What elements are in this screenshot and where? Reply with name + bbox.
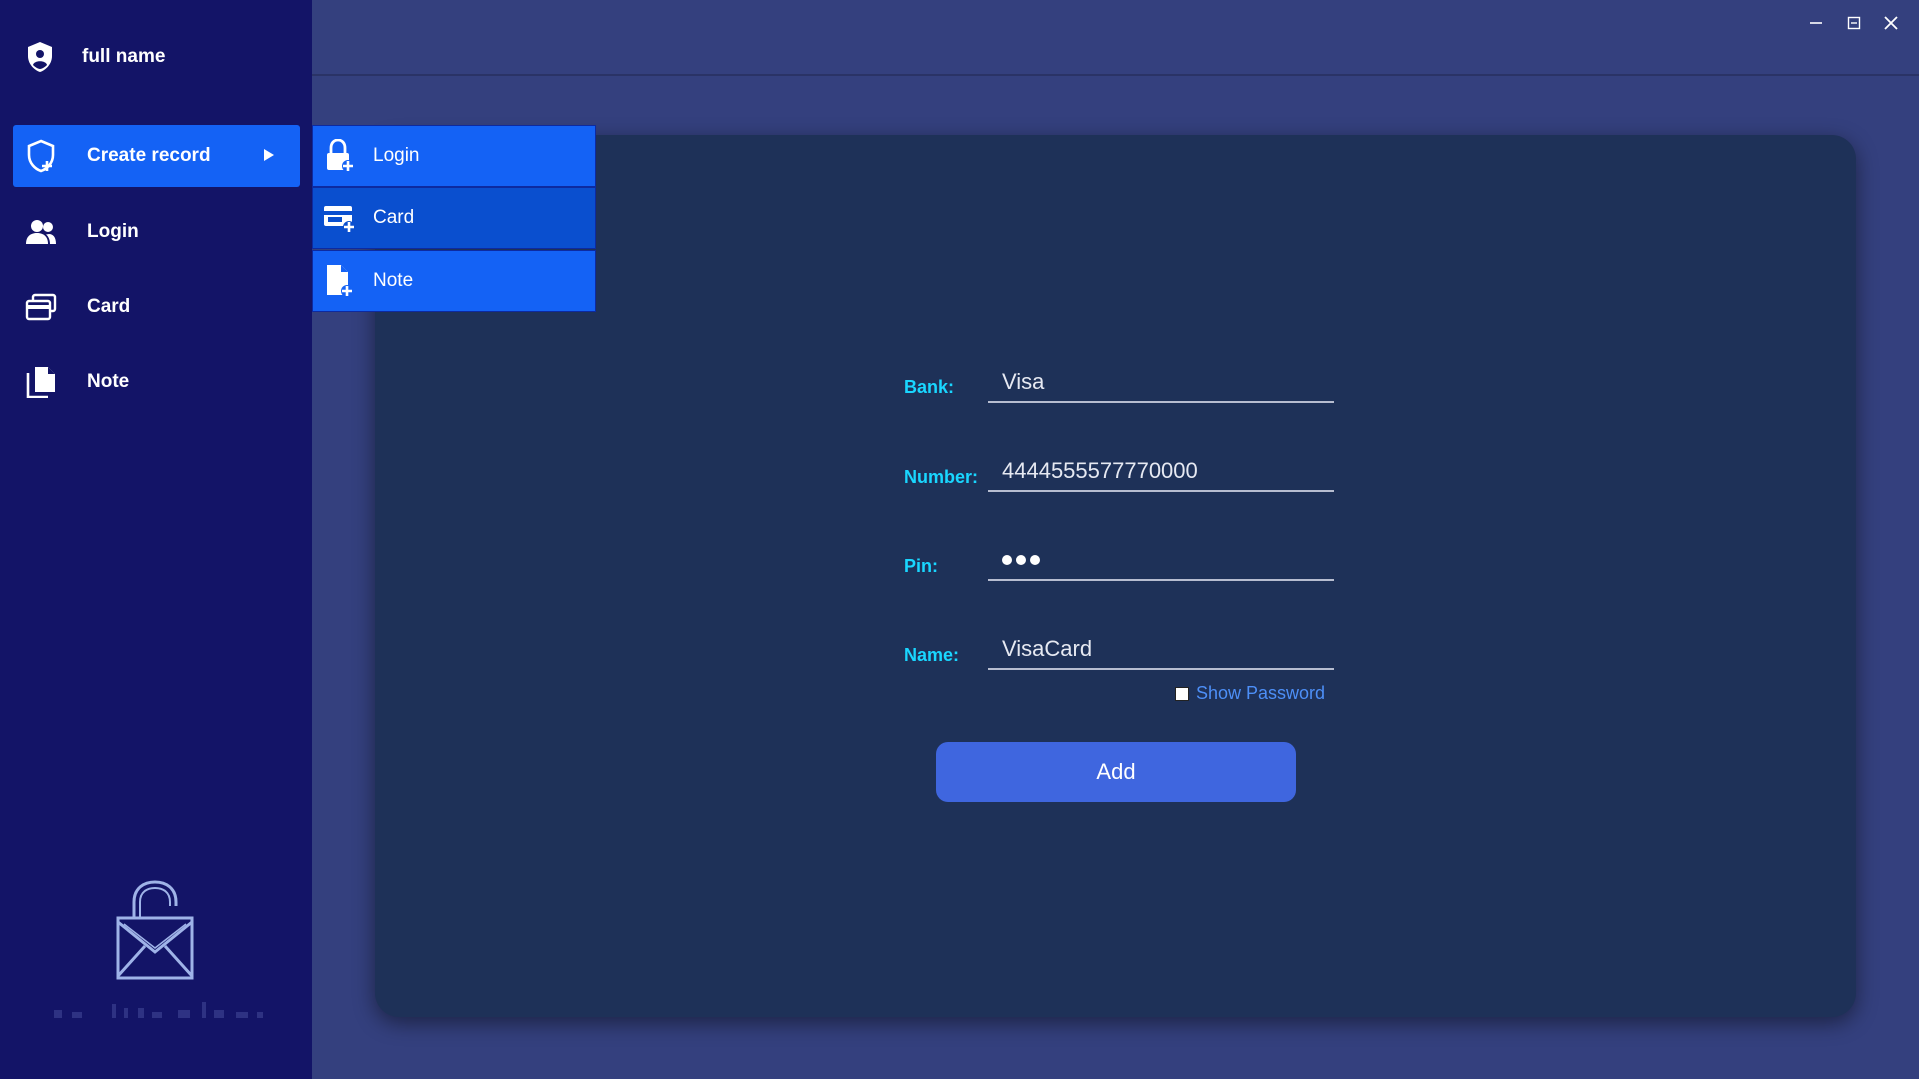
documents-icon xyxy=(24,365,58,399)
show-password-checkbox[interactable] xyxy=(1175,686,1189,701)
logo-caption xyxy=(52,1000,267,1020)
pin-field[interactable] xyxy=(988,541,1334,581)
close-icon xyxy=(1884,15,1898,35)
card-plus-icon xyxy=(322,201,356,235)
maximize-button[interactable] xyxy=(1837,12,1871,38)
submenu-item-login[interactable]: Login xyxy=(312,125,596,187)
sidebar-item-label: Login xyxy=(87,221,139,242)
submenu-item-label: Login xyxy=(373,145,420,166)
minimize-button[interactable] xyxy=(1799,12,1833,38)
title-bar xyxy=(312,0,1919,76)
number-label: Number: xyxy=(904,467,979,487)
bank-field[interactable] xyxy=(988,363,1334,403)
users-icon xyxy=(24,215,58,249)
shield-user-icon xyxy=(24,41,56,73)
bank-label: Bank: xyxy=(904,377,955,397)
sidebar-item-label: Card xyxy=(87,296,131,317)
submenu-item-label: Card xyxy=(373,207,415,228)
sidebar-item-card[interactable]: Card xyxy=(13,276,300,338)
submenu-item-label: Note xyxy=(373,270,414,291)
add-button[interactable]: Add xyxy=(936,742,1296,802)
user-name: full name xyxy=(82,46,166,67)
card-stack-icon xyxy=(24,290,58,324)
submenu-item-card[interactable]: Card xyxy=(312,187,596,249)
sidebar-item-label: Note xyxy=(87,371,130,392)
show-password-toggle[interactable]: Show Password xyxy=(1175,683,1325,704)
sidebar: full name Create record Login Card Note xyxy=(0,0,312,1079)
sidebar-item-login[interactable]: Login xyxy=(13,201,300,263)
chevron-right-icon xyxy=(263,146,275,168)
name-label: Name: xyxy=(904,645,960,665)
sidebar-item-create-record[interactable]: Create record xyxy=(13,125,300,187)
submenu-item-note[interactable]: Note xyxy=(312,250,596,312)
close-button[interactable] xyxy=(1874,12,1908,38)
restore-icon xyxy=(1847,16,1861,35)
sidebar-item-note[interactable]: Note xyxy=(13,351,300,413)
note-plus-icon xyxy=(322,264,356,298)
user-profile: full name xyxy=(24,40,165,74)
lock-plus-icon xyxy=(322,139,356,173)
pin-label: Pin: xyxy=(904,556,938,576)
app-logo xyxy=(112,880,198,987)
show-password-label: Show Password xyxy=(1196,683,1326,703)
shield-plus-icon xyxy=(24,139,58,173)
minimize-icon xyxy=(1809,16,1823,35)
name-field[interactable] xyxy=(988,630,1334,670)
number-field[interactable] xyxy=(988,452,1334,492)
sidebar-item-label: Create record xyxy=(87,145,211,166)
